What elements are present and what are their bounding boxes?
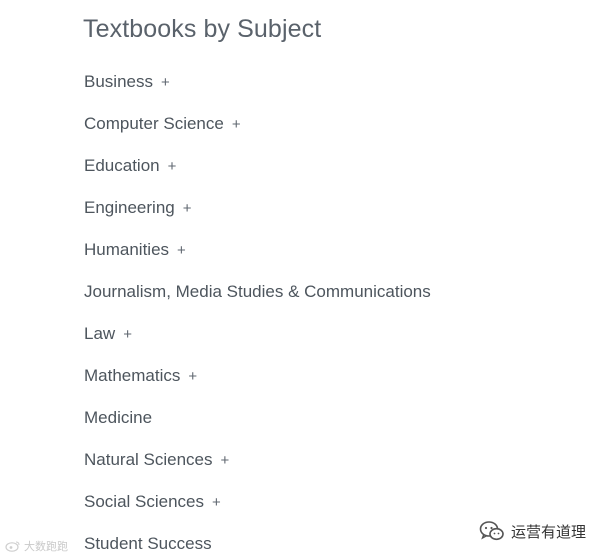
subject-label[interactable]: Student Success bbox=[84, 534, 212, 554]
subject-list: Business + Computer Science + Education … bbox=[84, 61, 431, 559]
subject-label[interactable]: Medicine bbox=[84, 408, 152, 428]
subject-item-journalism[interactable]: Journalism, Media Studies & Communicatio… bbox=[84, 271, 431, 313]
expand-plus-icon[interactable]: + bbox=[168, 158, 177, 175]
watermark-left-text: 大数跑跑 bbox=[24, 541, 68, 553]
subject-item-engineering[interactable]: Engineering + bbox=[84, 187, 431, 229]
expand-plus-icon[interactable]: + bbox=[123, 326, 132, 343]
subject-label[interactable]: Law bbox=[84, 324, 115, 344]
subject-item-social-sciences[interactable]: Social Sciences + bbox=[84, 481, 431, 523]
subject-label[interactable]: Business bbox=[84, 72, 153, 92]
subject-item-business[interactable]: Business + bbox=[84, 61, 431, 103]
expand-plus-icon[interactable]: + bbox=[161, 74, 170, 91]
weibo-icon bbox=[5, 540, 21, 552]
watermark-right-text: 运营有道理 bbox=[511, 523, 587, 541]
subject-item-natural-sciences[interactable]: Natural Sciences + bbox=[84, 439, 431, 481]
expand-plus-icon[interactable]: + bbox=[183, 200, 192, 217]
subject-label[interactable]: Natural Sciences bbox=[84, 450, 213, 470]
subject-label[interactable]: Humanities bbox=[84, 240, 169, 260]
expand-plus-icon[interactable]: + bbox=[232, 116, 241, 133]
wechat-icon bbox=[479, 520, 505, 542]
subject-item-student-success[interactable]: Student Success bbox=[84, 523, 431, 559]
expand-plus-icon[interactable]: + bbox=[188, 368, 197, 385]
subject-item-law[interactable]: Law + bbox=[84, 313, 431, 355]
subject-item-computer-science[interactable]: Computer Science + bbox=[84, 103, 431, 145]
subject-item-humanities[interactable]: Humanities + bbox=[84, 229, 431, 271]
subject-label[interactable]: Journalism, Media Studies & Communicatio… bbox=[84, 282, 431, 302]
textbooks-page: Textbooks by Subject Business + Computer… bbox=[0, 0, 605, 559]
subject-label[interactable]: Mathematics bbox=[84, 366, 180, 386]
subject-label[interactable]: Engineering bbox=[84, 198, 175, 218]
subject-item-education[interactable]: Education + bbox=[84, 145, 431, 187]
subject-label[interactable]: Social Sciences bbox=[84, 492, 204, 512]
watermark-left: 大数跑跑 bbox=[5, 538, 68, 554]
subject-label[interactable]: Computer Science bbox=[84, 114, 224, 134]
expand-plus-icon[interactable]: + bbox=[177, 242, 186, 259]
expand-plus-icon[interactable]: + bbox=[221, 452, 230, 469]
subject-item-medicine[interactable]: Medicine bbox=[84, 397, 431, 439]
subject-item-mathematics[interactable]: Mathematics + bbox=[84, 355, 431, 397]
watermark-right: 运营有道理 bbox=[479, 520, 586, 542]
expand-plus-icon[interactable]: + bbox=[212, 494, 221, 511]
page-title: Textbooks by Subject bbox=[83, 15, 322, 43]
subject-label[interactable]: Education bbox=[84, 156, 160, 176]
